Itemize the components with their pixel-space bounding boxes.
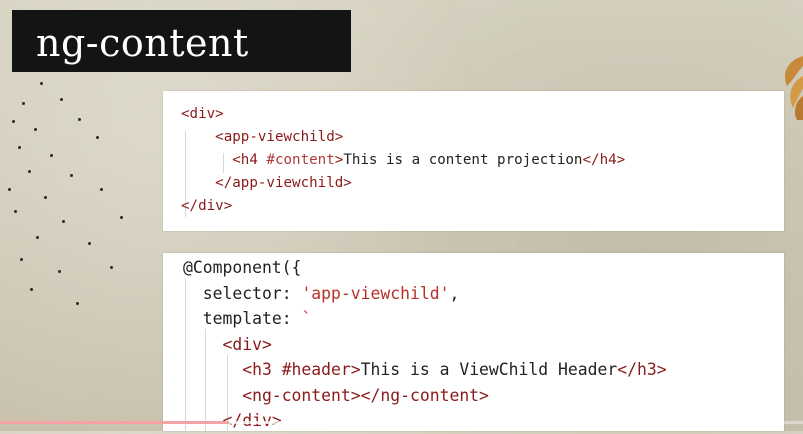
code-token: This is a content projection — [343, 152, 583, 168]
code-token: ` — [301, 309, 312, 328]
code-token: </h4> — [582, 152, 626, 168]
code-token: , — [449, 283, 460, 303]
code-line: <app-viewchild> — [181, 126, 625, 149]
code-token: #content — [266, 152, 335, 168]
buffered-bar — [0, 421, 330, 424]
code-block-1: <div> <app-viewchild> <h4 #content>This … — [181, 103, 625, 218]
decorative-dots — [0, 70, 160, 350]
code-token: selector: — [202, 283, 302, 303]
code-snippet-component: @Component({ selector: 'app-viewchild', … — [163, 253, 784, 431]
code-line: <div> — [183, 332, 667, 358]
code-line: </div> — [181, 195, 625, 218]
code-token: <h4 — [232, 152, 267, 168]
code-token: </app-viewchild> — [215, 175, 352, 191]
code-line: <div> — [181, 103, 625, 126]
code-block-2: @Component({ selector: 'app-viewchild', … — [183, 255, 667, 434]
code-token: <div> — [222, 334, 272, 354]
code-token: This is a ViewChild Header — [360, 360, 618, 379]
code-line: template: ` — [183, 306, 667, 332]
code-token: @Component({ — [183, 258, 302, 277]
code-line: <h3 #header>This is a ViewChild Header</… — [183, 357, 667, 383]
code-token: <div> — [181, 106, 224, 122]
slide-title: ng-content — [36, 21, 249, 65]
code-token: </div> — [181, 198, 233, 214]
code-token: 'app-viewchild' — [301, 283, 450, 303]
code-token: <h3 #header> — [242, 360, 361, 379]
code-token: <ng-content></ng-content> — [242, 385, 489, 405]
code-line: <ng-content></ng-content> — [183, 383, 667, 409]
code-line: </app-viewchild> — [181, 172, 625, 195]
code-line: <h4 #content>This is a content projectio… — [181, 149, 625, 172]
code-token: template: — [202, 309, 302, 328]
video-progress-bar[interactable] — [0, 421, 803, 424]
slide-title-box: ng-content — [12, 10, 351, 72]
code-token: </h3> — [617, 360, 667, 379]
code-token: <app-viewchild> — [215, 129, 344, 145]
code-line: selector: 'app-viewchild', — [183, 281, 667, 307]
code-snippet-usage: <div> <app-viewchild> <h4 #content>This … — [163, 91, 784, 231]
code-line: @Component({ — [183, 255, 667, 281]
